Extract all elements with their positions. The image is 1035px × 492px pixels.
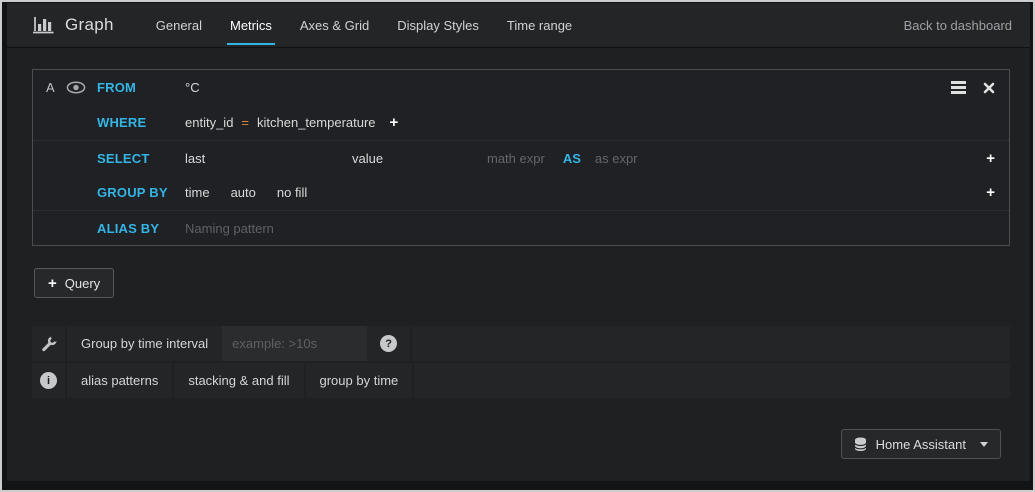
wrench-icon-cell (32, 326, 65, 361)
math-expr-placeholder[interactable]: math expr (487, 151, 545, 166)
query-row-actions (951, 81, 995, 94)
wrench-icon (41, 336, 57, 352)
query-row-gutter: A (43, 70, 97, 105)
group-by-time-link[interactable]: group by time (306, 363, 413, 398)
info-icon: i (40, 372, 57, 389)
query-row-alias-by: ALIAS BY (33, 210, 1009, 245)
datasource-row: Home Assistant (32, 429, 1010, 459)
datasource-dropdown-button[interactable]: Home Assistant (841, 429, 1001, 459)
query-editor-panel: A FROM °C (32, 69, 1010, 246)
page-title: Graph (65, 15, 114, 35)
query-row-group-by: GROUP BY time auto no fill + (33, 175, 1009, 210)
plus-icon: + (48, 275, 57, 292)
editor-tabs: General Metrics Axes & Grid Display Styl… (142, 3, 586, 47)
query-menu-icon[interactable] (951, 81, 966, 94)
tab-time-range[interactable]: Time range (493, 3, 586, 47)
alias-by-keyword: ALIAS BY (97, 221, 185, 236)
toggle-visibility-eye-icon[interactable] (66, 81, 86, 94)
as-keyword: AS (563, 151, 581, 166)
info-icon-cell: i (32, 363, 65, 398)
query-row-gutter (43, 211, 97, 245)
group-by-interval[interactable]: auto (231, 185, 256, 200)
tab-axes-grid[interactable]: Axes & Grid (286, 3, 383, 47)
add-group-by-icon[interactable]: + (986, 184, 995, 201)
back-to-dashboard-link[interactable]: Back to dashboard (904, 18, 1030, 33)
select-field[interactable]: value (352, 151, 487, 166)
datasource-label: Home Assistant (876, 437, 966, 452)
row-filler (412, 326, 1010, 361)
interval-options-row: Group by time interval ? (32, 326, 1010, 361)
group-by-time[interactable]: time (185, 185, 210, 200)
help-icon[interactable]: ? (380, 335, 397, 352)
tab-general[interactable]: General (142, 3, 216, 47)
select-aggregation[interactable]: last (185, 151, 352, 166)
query-row-from: A FROM °C (33, 70, 1009, 105)
query-row-gutter (43, 175, 97, 210)
add-select-clause-icon[interactable]: + (986, 150, 995, 167)
docs-links-row: i alias patterns stacking & and fill gro… (32, 363, 1010, 398)
where-keyword[interactable]: WHERE (97, 115, 185, 130)
row-filler (414, 363, 1010, 398)
stacking-and-fill-link[interactable]: stacking & and fill (174, 363, 303, 398)
tab-metrics[interactable]: Metrics (216, 3, 286, 47)
remove-query-icon[interactable] (983, 82, 995, 94)
query-row-select: SELECT last value math expr AS as expr + (33, 140, 1009, 175)
from-measurement-value[interactable]: °C (185, 80, 200, 95)
database-icon (854, 437, 867, 452)
where-operator[interactable]: = (241, 115, 249, 130)
add-query-wrap: + Query (34, 268, 1010, 298)
tab-display-styles[interactable]: Display Styles (383, 3, 493, 47)
bar-chart-icon (32, 15, 54, 35)
editor-content: A FROM °C (7, 48, 1030, 459)
alias-patterns-link[interactable]: alias patterns (67, 363, 172, 398)
add-where-condition-icon[interactable]: + (390, 114, 399, 131)
where-value[interactable]: kitchen_temperature (257, 115, 376, 130)
select-keyword[interactable]: SELECT (97, 151, 185, 166)
query-row-gutter (43, 105, 97, 140)
group-by-keyword[interactable]: GROUP BY (97, 185, 185, 200)
group-by-fill[interactable]: no fill (277, 185, 307, 200)
add-query-label: Query (65, 276, 100, 291)
group-by-time-interval-input[interactable] (222, 326, 367, 361)
interval-label: Group by time interval (67, 336, 222, 351)
query-letter: A (43, 80, 66, 95)
query-row-where: WHERE entity_id = kitchen_temperature + (33, 105, 1009, 140)
as-expr-placeholder[interactable]: as expr (595, 151, 638, 166)
editor-header: Graph General Metrics Axes & Grid Displa… (7, 3, 1030, 48)
graph-editor: Graph General Metrics Axes & Grid Displa… (7, 3, 1030, 481)
where-field[interactable]: entity_id (185, 115, 233, 130)
query-row-gutter (43, 141, 97, 175)
interval-cell: Group by time interval ? (67, 326, 410, 361)
from-keyword[interactable]: FROM (97, 80, 185, 95)
add-query-button[interactable]: + Query (34, 268, 114, 298)
alias-by-input[interactable] (185, 221, 505, 236)
chevron-down-icon (980, 442, 988, 447)
panel-editor-window: Graph General Metrics Axes & Grid Displa… (0, 0, 1035, 492)
